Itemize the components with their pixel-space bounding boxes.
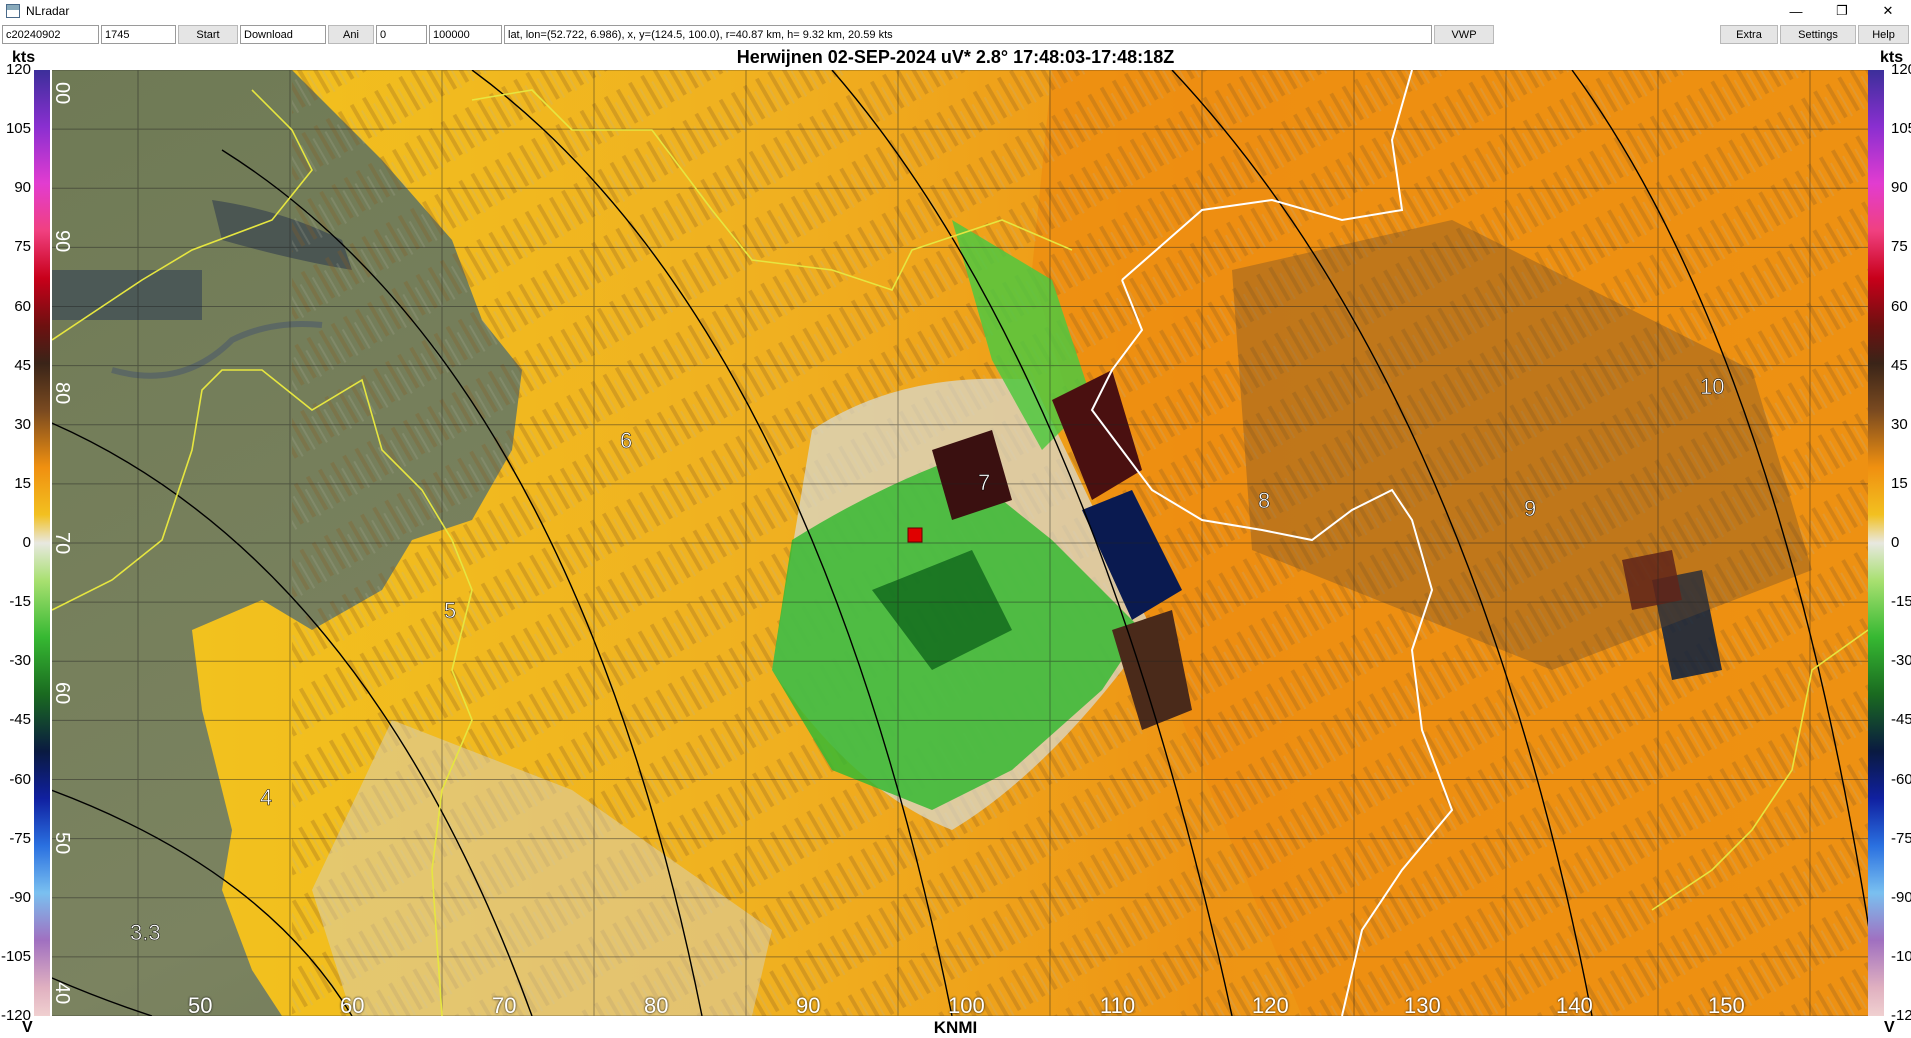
- download-field[interactable]: Download: [240, 25, 326, 44]
- y-tick-label: -75: [9, 829, 31, 847]
- y-tick-label: 90: [14, 179, 31, 197]
- colorbar-label: 90: [52, 230, 73, 252]
- y-tick-label: -105: [0, 947, 31, 965]
- toolbar: c20240902 1745 Start Download Ani 0 1000…: [0, 24, 1911, 46]
- ani-duration-input[interactable]: 100000: [429, 25, 502, 44]
- y-tick-label: -45: [9, 711, 31, 729]
- y-tick-label: -90: [1891, 888, 1911, 906]
- y-tick-label: 90: [1891, 179, 1908, 197]
- window-title: NLradar: [26, 4, 70, 18]
- y-tick-label: 30: [14, 415, 31, 433]
- extra-button[interactable]: Extra: [1720, 25, 1778, 44]
- radar-velocity-image[interactable]: 3.3 4 5 6 7 8 9 10 00 90 80 70 60 50 40: [52, 70, 1868, 1016]
- restore-icon[interactable]: ❐: [1819, 0, 1865, 22]
- range-label: 3.3: [130, 920, 161, 945]
- range-label: 7: [978, 470, 990, 495]
- y-tick-label: 15: [1891, 474, 1908, 492]
- range-label: 6: [620, 428, 632, 453]
- y-tick-label: -30: [9, 652, 31, 670]
- app-icon: [6, 4, 20, 18]
- cursor-info-field[interactable]: lat, lon=(52.722, 6.986), x, y=(124.5, 1…: [504, 25, 1432, 44]
- left-velocity-axis: 120 105 90 75 60 45 30 15 0 -15 -30 -45 -60 -75 -90 -10…: [0, 60, 34, 1024]
- range-label: 8: [1258, 488, 1270, 513]
- y-tick-label: 15: [14, 474, 31, 492]
- y-tick-label: 120: [1891, 61, 1911, 78]
- right-velocity-axis: 120 105 90 75 60 45 30 15 0 -15 -30 -45 -60 -75 -90 -10…: [1887, 60, 1911, 1024]
- y-tick-label: 60: [1891, 297, 1908, 315]
- y-tick-label: -60: [1891, 770, 1911, 788]
- minimize-icon[interactable]: —: [1773, 0, 1819, 22]
- y-tick-label: -60: [9, 770, 31, 788]
- footer-right-label: V: [1884, 1019, 1895, 1036]
- plot-title: Herwijnen 02-SEP-2024 uV* 2.8° 17:48:03-…: [736, 47, 1175, 67]
- y-tick-label: 105: [5, 120, 31, 138]
- y-tick-label: -90: [9, 888, 31, 906]
- y-tick-label: 45: [1891, 356, 1908, 374]
- vwp-button[interactable]: VWP: [1434, 25, 1494, 44]
- y-tick-label: -30: [1891, 652, 1911, 670]
- y-tick-label: -75: [1891, 829, 1911, 847]
- radar-map[interactable]: 3.3 4 5 6 7 8 9 10 00 90 80 70 60 50 40: [52, 70, 1868, 1016]
- water-body: [52, 270, 202, 320]
- footer-source-label: KNMI: [933, 1018, 978, 1037]
- y-tick-label: -15: [9, 593, 31, 611]
- settings-button[interactable]: Settings: [1780, 25, 1856, 44]
- y-tick-label: 30: [1891, 415, 1908, 433]
- range-label: 10: [1700, 374, 1724, 399]
- time-input[interactable]: 1745: [101, 25, 176, 44]
- y-tick-label: -105: [1891, 947, 1911, 965]
- colorbar-label: 50: [52, 832, 73, 854]
- red-square-marker[interactable]: [907, 527, 923, 543]
- close-icon[interactable]: ✕: [1865, 0, 1911, 22]
- y-tick-label: 0: [22, 534, 31, 551]
- colorbar-label: 40: [52, 982, 73, 1004]
- y-tick-label: 120: [5, 61, 31, 78]
- help-button[interactable]: Help: [1858, 25, 1909, 44]
- colorbar-label: 80: [52, 382, 73, 404]
- ani-button[interactable]: Ani: [328, 25, 374, 44]
- range-label: 4: [260, 785, 272, 810]
- range-label: 9: [1524, 496, 1536, 521]
- colorbar-label: 70: [52, 532, 73, 554]
- y-tick-label: 75: [1891, 238, 1908, 256]
- window-controls: — ❐ ✕: [1773, 0, 1911, 22]
- y-tick-label: 45: [14, 356, 31, 374]
- colorbar-label: 60: [52, 682, 73, 704]
- y-tick-label: 105: [1891, 120, 1911, 138]
- plot-header: kts Herwijnen 02-SEP-2024 uV* 2.8° 17:48…: [0, 46, 1911, 70]
- y-tick-label: 60: [14, 297, 31, 315]
- plot-footer: V KNMI V: [0, 1012, 1911, 1037]
- y-tick-label: -15: [1891, 593, 1911, 611]
- range-label: 5: [444, 598, 456, 623]
- start-button[interactable]: Start: [178, 25, 238, 44]
- left-colorbar: [34, 70, 50, 1016]
- ani-frame-input[interactable]: 0: [376, 25, 427, 44]
- colorbar-label: 00: [52, 82, 73, 104]
- title-bar: NLradar — ❐ ✕: [0, 0, 1911, 22]
- y-tick-label: -45: [1891, 711, 1911, 729]
- date-input[interactable]: c20240902: [2, 25, 99, 44]
- right-colorbar: [1868, 70, 1884, 1016]
- y-tick-label: 0: [1891, 534, 1900, 551]
- y-tick-label: 75: [14, 238, 31, 256]
